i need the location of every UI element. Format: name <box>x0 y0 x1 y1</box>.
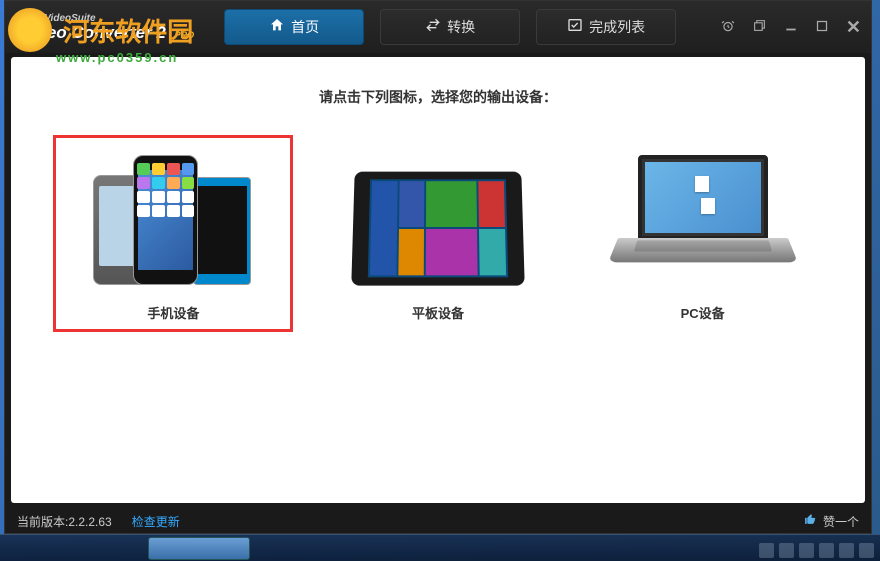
convert-icon <box>425 17 441 37</box>
like-button[interactable]: 赞一个 <box>804 513 859 530</box>
tray-icon[interactable] <box>799 543 814 558</box>
nav-tabs: 首页 转换 完成列表 <box>224 9 721 45</box>
tab-convert[interactable]: 转换 <box>380 9 520 45</box>
device-pc-label: PC设备 <box>681 303 725 322</box>
device-tablet-label: 平板设备 <box>412 303 464 322</box>
tab-complete[interactable]: 完成列表 <box>536 9 676 45</box>
thumbs-up-icon <box>804 515 820 529</box>
watermark-logo-icon <box>8 8 52 52</box>
close-button[interactable]: ✕ <box>846 17 861 38</box>
taskbar-app-item[interactable] <box>148 537 250 560</box>
tab-complete-label: 完成列表 <box>589 17 645 37</box>
os-taskbar <box>0 534 880 561</box>
main-content: 请点击下列图标，选择您的输出设备： 手机设备 <box>11 57 865 503</box>
device-list: 手机设备 平板设备 <box>51 135 825 332</box>
device-pc[interactable]: PC设备 <box>583 135 823 332</box>
watermark-text: 河东软件园 <box>63 17 193 47</box>
device-phone[interactable]: 手机设备 <box>53 135 293 332</box>
statusbar: 当前版本:2.2.2.63 检查更新 赞一个 <box>5 509 871 533</box>
minimize-button[interactable] <box>784 19 798 36</box>
check-update-link[interactable]: 检查更新 <box>132 515 180 529</box>
window-controls: ✕ <box>721 17 861 38</box>
tray-icon[interactable] <box>759 543 774 558</box>
device-phone-label: 手机设备 <box>147 303 199 322</box>
prompt-text: 请点击下列图标，选择您的输出设备： <box>319 87 557 107</box>
phone-illustration <box>88 145 258 285</box>
app-window: WiseVideoSuite Video Converter 2 PRO 首页 … <box>4 0 872 534</box>
window-restore-icon[interactable] <box>753 19 766 35</box>
version-info: 当前版本:2.2.2.63 <box>17 513 112 530</box>
tab-convert-label: 转换 <box>447 17 475 37</box>
checklist-icon <box>567 17 583 37</box>
watermark-overlay: 河东软件园 www.pc0359.cn <box>8 8 193 65</box>
maximize-button[interactable] <box>816 19 828 35</box>
tray-icon[interactable] <box>779 543 794 558</box>
tablet-illustration <box>353 145 523 285</box>
watermark-url: www.pc0359.cn <box>56 50 193 65</box>
tab-home[interactable]: 首页 <box>224 9 364 45</box>
system-tray <box>759 543 874 558</box>
tray-icon[interactable] <box>839 543 854 558</box>
tab-home-label: 首页 <box>291 17 319 37</box>
laptop-illustration <box>618 145 788 285</box>
tray-icon[interactable] <box>819 543 834 558</box>
home-icon <box>269 17 285 37</box>
tray-icon[interactable] <box>859 543 874 558</box>
alarm-icon[interactable] <box>721 19 735 36</box>
device-tablet[interactable]: 平板设备 <box>318 135 558 332</box>
